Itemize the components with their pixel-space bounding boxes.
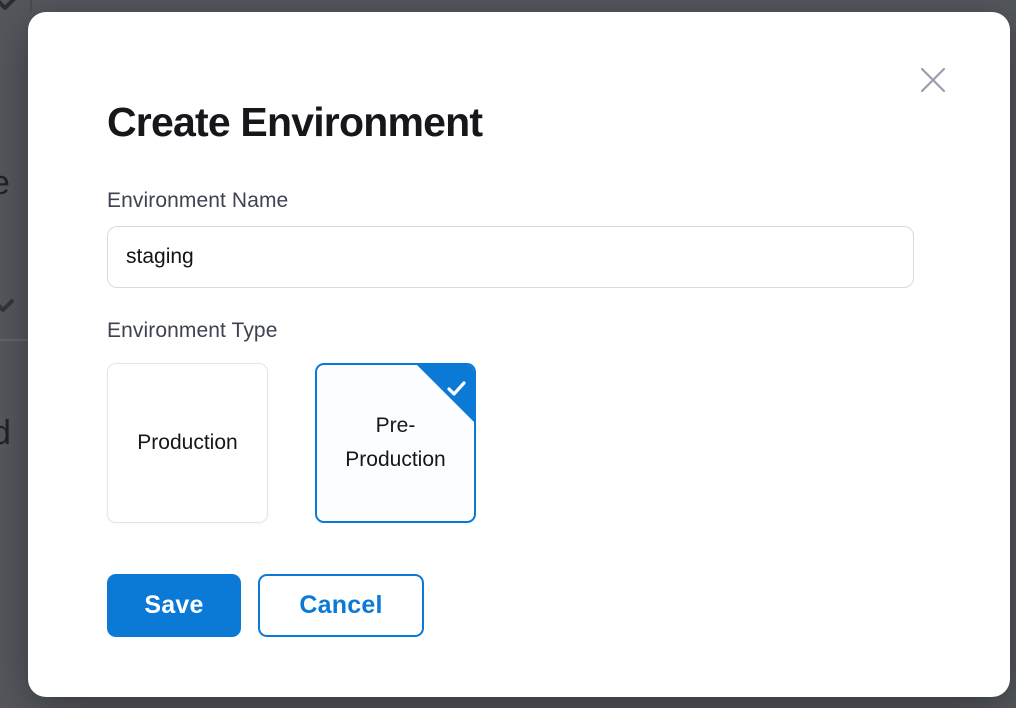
modal-title: Create Environment <box>107 99 482 146</box>
modal-actions: Save Cancel <box>107 574 424 637</box>
check-icon <box>447 374 466 408</box>
environment-name-input[interactable] <box>107 226 914 288</box>
type-card-label: Production <box>137 426 237 460</box>
close-icon <box>918 65 948 95</box>
save-button[interactable]: Save <box>107 574 241 637</box>
background-text-fragment: e <box>0 166 10 200</box>
background-chevron-down-icon <box>0 0 17 12</box>
background-divider-vertical <box>30 0 32 12</box>
background-divider-horizontal <box>0 339 28 341</box>
cancel-button[interactable]: Cancel <box>258 574 424 637</box>
create-environment-modal: Create Environment Environment Name Envi… <box>28 12 1010 697</box>
background-text-fragment: d <box>0 416 11 450</box>
environment-type-options: Production Pre-Production <box>107 363 476 523</box>
environment-type-label: Environment Type <box>107 319 277 343</box>
type-card-production[interactable]: Production <box>107 363 268 523</box>
type-card-pre-production[interactable]: Pre-Production <box>315 363 476 523</box>
background-chevron-down-icon <box>0 296 15 314</box>
close-button[interactable] <box>916 63 950 97</box>
environment-name-label: Environment Name <box>107 189 288 213</box>
